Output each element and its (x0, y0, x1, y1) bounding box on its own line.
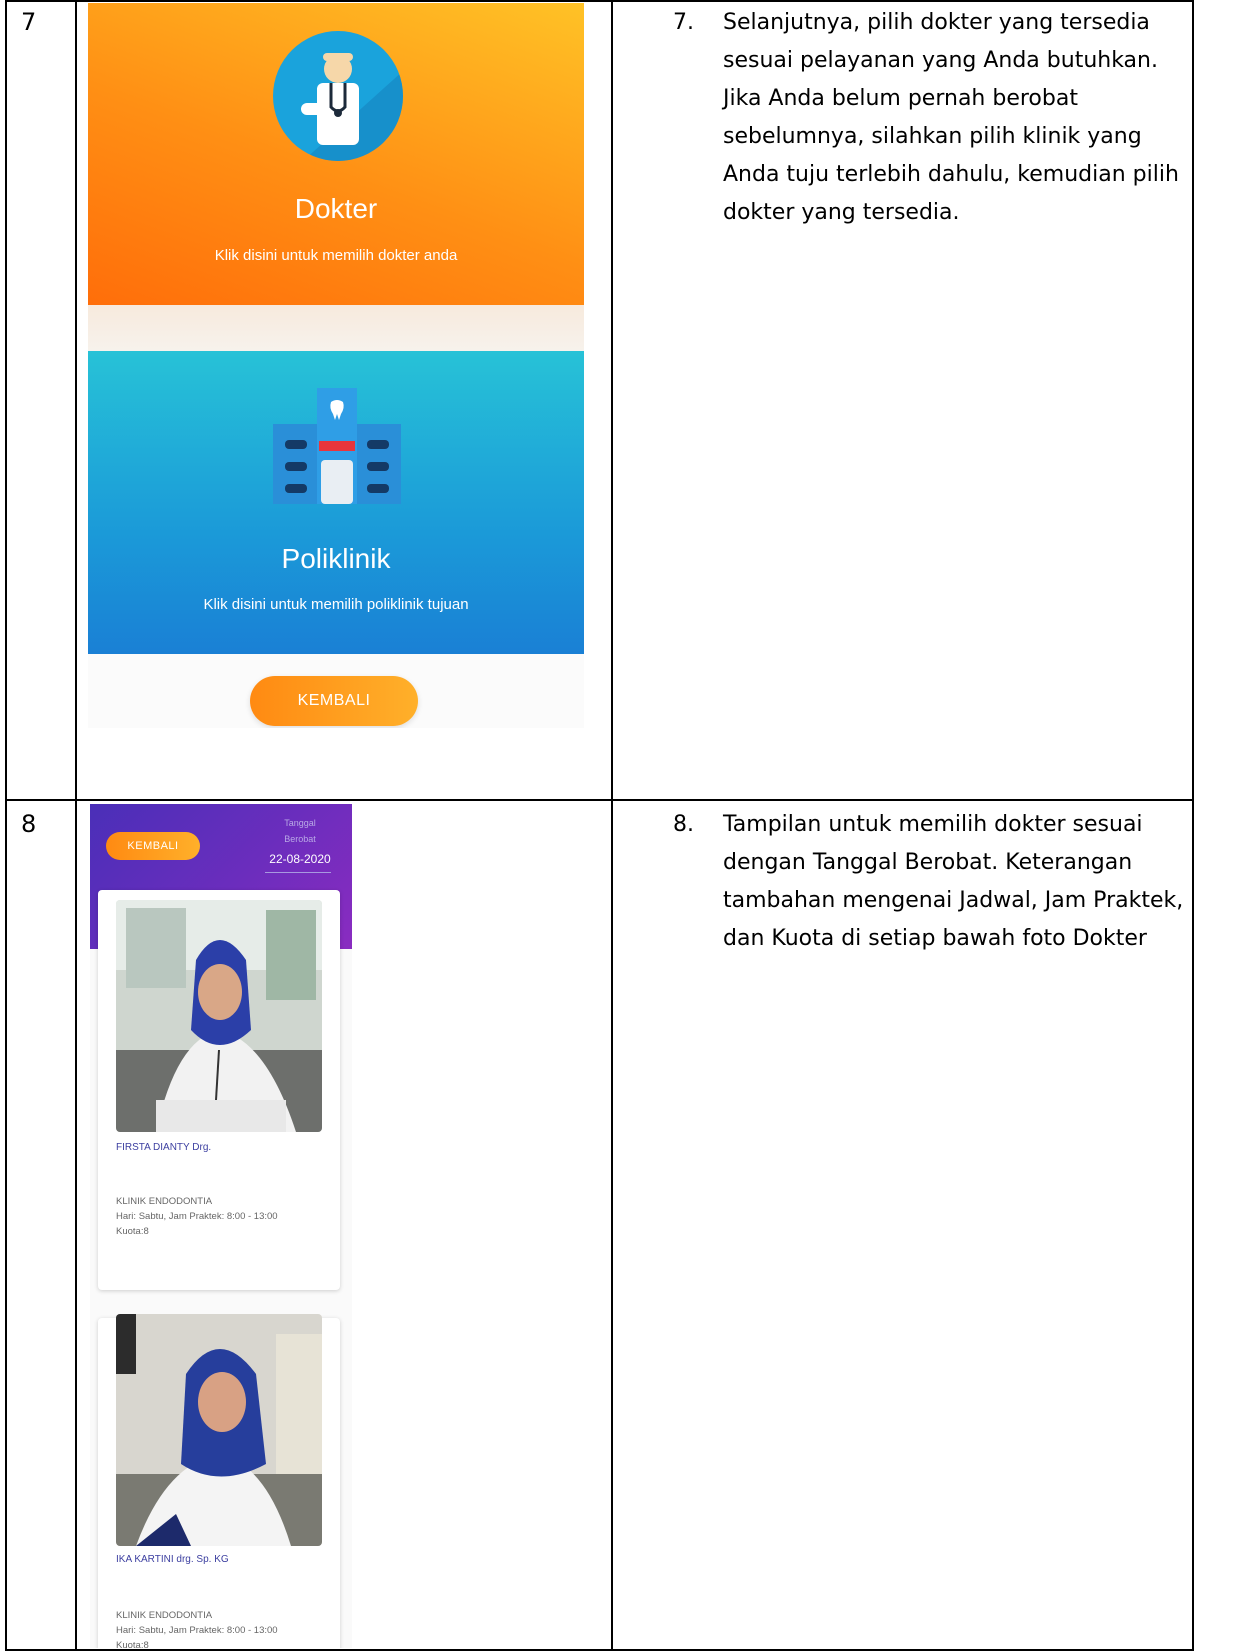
back-button[interactable]: KEMBALI (250, 676, 418, 726)
step-text: Selanjutnya, pilih dokter yang tersedia … (723, 10, 1179, 225)
table-row-divider (5, 799, 1194, 801)
doctor-name: IKA KARTINI drg. Sp. KG (116, 1554, 229, 1565)
step-number: 7. (673, 10, 694, 35)
doctor-clinic: KLINIK ENDODONTIA (116, 1196, 213, 1207)
table-divider-1 (75, 0, 77, 1651)
doctor-quota: Kuota:8 (116, 1640, 149, 1648)
card-gap (88, 305, 584, 351)
doctor-icon (273, 31, 403, 161)
date-underline (265, 872, 331, 873)
date-value: 22-08-2020 (269, 852, 331, 866)
date-label: Berobat (284, 834, 316, 844)
dokter-card[interactable]: Dokter Klik disini untuk memilih dokter … (88, 3, 584, 305)
step-text: Tampilan untuk memilih dokter sesuai den… (723, 812, 1184, 951)
poliklinik-card[interactable]: Poliklinik Klik disini untuk memilih pol… (88, 351, 584, 654)
doctor-photo (116, 900, 322, 1132)
table-border-top (5, 0, 1194, 2)
doctor-schedule: Hari: Sabtu, Jam Praktek: 8:00 - 13:00 (116, 1625, 278, 1636)
table-border-left (5, 0, 7, 1651)
poliklinik-subtitle: Klik disini untuk memilih poliklinik tuj… (203, 596, 469, 613)
doctor-card[interactable]: IKA KARTINI drg. Sp. KG KLINIK ENDODONTI… (98, 1314, 340, 1648)
row-number: 8 (21, 810, 37, 838)
doctor-card[interactable]: FIRSTA DIANTY Drg. KLINIK ENDODONTIA Har… (98, 890, 340, 1290)
doctor-clinic: KLINIK ENDODONTIA (116, 1610, 213, 1621)
back-button[interactable]: KEMBALI (106, 832, 200, 860)
dokter-title: Dokter (294, 193, 378, 224)
step-description: 7. Selanjutnya, pilih dokter yang tersed… (673, 4, 1193, 232)
doctor-schedule: Hari: Sabtu, Jam Praktek: 8:00 - 13:00 (116, 1211, 278, 1222)
screenshot-doctor-list: KEMBALI Tanggal Berobat 22-08-2020 FIRST… (90, 804, 352, 1648)
hospital-icon (273, 388, 401, 504)
row-number: 7 (21, 8, 37, 36)
doctor-photo (116, 1314, 322, 1546)
date-label: Tanggal (284, 818, 316, 828)
screenshot-select-service: Dokter Klik disini untuk memilih dokter … (88, 3, 584, 728)
poliklinik-title: Poliklinik (281, 543, 391, 574)
step-description: 8. Tampilan untuk memilih dokter sesuai … (673, 806, 1193, 958)
step-number: 8. (673, 812, 694, 837)
doctor-info: KLINIK ENDODONTIA Hari: Sabtu, Jam Prakt… (116, 1194, 278, 1239)
table-divider-2 (611, 0, 613, 1651)
doctor-name: FIRSTA DIANTY Drg. (116, 1142, 212, 1153)
dokter-subtitle: Klik disini untuk memilih dokter anda (214, 247, 458, 264)
doctor-info: KLINIK ENDODONTIA Hari: Sabtu, Jam Prakt… (116, 1608, 278, 1648)
doctor-quota: Kuota:8 (116, 1226, 149, 1237)
